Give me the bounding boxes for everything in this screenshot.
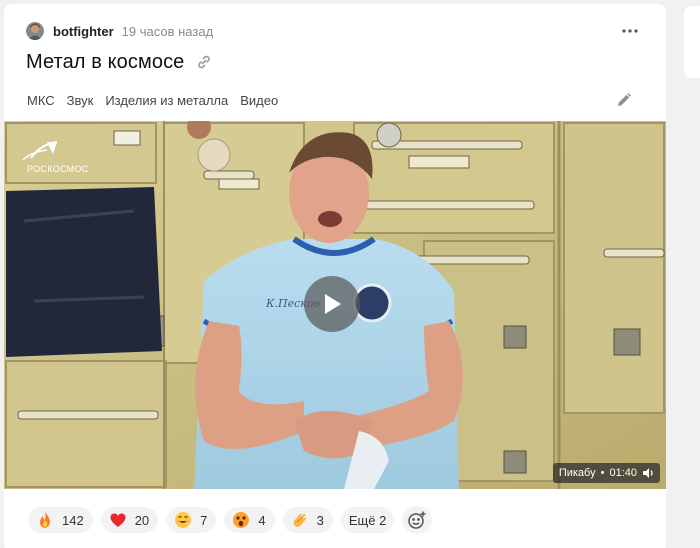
more-options-button[interactable] [616,19,644,43]
more-dots-icon [622,29,638,33]
reaction-clapping-hands[interactable]: 3 [282,507,333,533]
tag-mks[interactable]: МКС [27,93,55,108]
post-time: 19 часов назад [121,23,214,39]
video-info-bar: Пикабу • 01:40 [552,463,660,483]
reaction-shocked-face[interactable]: 4 [224,507,275,533]
fire-icon [36,511,54,529]
reaction-bar: 142 20 7 4 3 Ещё 2 [28,506,433,534]
play-button[interactable] [304,276,360,332]
tag-video[interactable]: Видео [240,93,278,108]
video-player[interactable]: К.Песков РОСКОСМОС Пикабу • 01:40 [4,121,666,489]
smiling-face-icon [174,511,192,529]
shocked-face-icon [232,511,250,529]
add-emoji-icon [408,511,426,529]
video-watermark: РОСКОСМОС [17,140,88,174]
video-source: Пикабу [558,467,596,479]
tag-sound[interactable]: Звук [67,93,94,108]
volume-icon[interactable] [642,467,654,479]
reaction-count: 20 [134,512,150,528]
post-title-row: Метал в космосе [26,48,212,76]
reaction-count: 4 [258,512,266,528]
heart-icon [109,511,127,529]
play-icon [325,294,341,314]
tag-list: МКС Звук Изделия из металла Видео [27,90,290,110]
tag-metal-products[interactable]: Изделия из металла [105,93,228,108]
reaction-smiling-face[interactable]: 7 [166,507,217,533]
watermark-text: РОСКОСМОС [27,164,89,174]
post-header: botfighter 19 часов назад [26,19,213,43]
add-reaction-button[interactable] [402,506,433,534]
reaction-count: 142 [62,512,84,528]
video-duration: 01:40 [609,467,637,479]
more-reactions-label: Ещё 2 [348,512,387,528]
avatar[interactable] [26,22,44,40]
edit-tags-button[interactable] [615,91,633,109]
post-title[interactable]: Метал в космосе [26,51,184,74]
reaction-fire[interactable]: 142 [28,507,93,533]
clapping-hands-icon [291,511,309,529]
post-card: botfighter 19 часов назад Метал в космос… [4,4,666,548]
reaction-heart[interactable]: 20 [100,507,159,533]
video-separator: • [600,467,605,479]
adjacent-panel-edge [684,6,700,78]
reaction-count: 3 [316,512,324,528]
link-icon[interactable] [196,54,212,70]
pencil-icon [618,93,631,106]
author-name[interactable]: botfighter [53,24,114,39]
reaction-count: 7 [200,512,208,528]
more-reactions-button[interactable]: Ещё 2 [340,507,395,533]
